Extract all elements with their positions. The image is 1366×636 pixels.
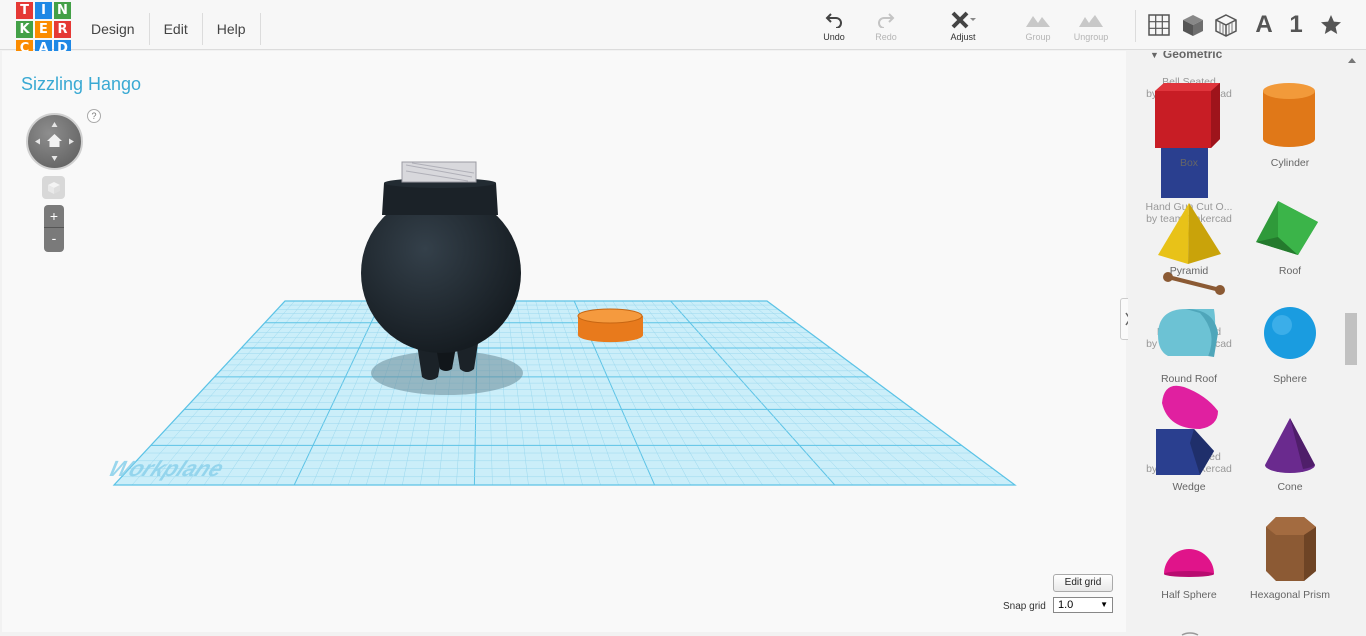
- round-roof-thumb: [1158, 309, 1218, 357]
- menu-edit[interactable]: Edit: [150, 13, 203, 45]
- wire-box-icon[interactable]: [1213, 12, 1239, 38]
- group-button[interactable]: Group: [1013, 10, 1063, 42]
- 3d-viewport[interactable]: Workplane ? + -: [2, 51, 1126, 632]
- top-toolbar: TINKERCAD Design Edit Help Undo Redo Adj…: [0, 0, 1366, 57]
- cylinder-thumb: [1263, 83, 1315, 147]
- home-icon: [47, 134, 62, 147]
- tinkercad-logo[interactable]: TINKERCAD: [16, 2, 72, 58]
- snap-grid-value: 1.0: [1058, 599, 1074, 611]
- help-icon[interactable]: ?: [87, 109, 101, 123]
- shape-sphere[interactable]: Sphere: [1245, 373, 1335, 385]
- hexagonal-prism-thumb: [1266, 517, 1316, 581]
- shape-thumbnails: [1155, 83, 1318, 636]
- main-menu: Design Edit Help: [77, 13, 261, 45]
- adjust-label: Adjust: [950, 32, 976, 42]
- wedge-thumb: [1156, 429, 1214, 475]
- logo-letter: R: [54, 21, 71, 38]
- star-icon[interactable]: [1318, 12, 1344, 38]
- snap-grid-label: Snap grid: [1003, 601, 1046, 612]
- solid-box-icon[interactable]: [1180, 12, 1206, 38]
- grid-view-icon[interactable]: [1146, 12, 1172, 38]
- shape-hexagonal-prism[interactable]: Hexagonal Prism: [1245, 589, 1335, 601]
- shape-pyramid[interactable]: Pyramid: [1144, 265, 1234, 277]
- orbit-control[interactable]: [26, 113, 83, 170]
- ungroup-icon: [1066, 10, 1116, 30]
- edit-grid-button[interactable]: Edit grid: [1053, 574, 1113, 592]
- shape-cone[interactable]: Cone: [1245, 481, 1335, 493]
- shapes-panel: ▼Geometric Bell Seatedby team Tinkercad …: [1128, 51, 1366, 636]
- logo-letter: N: [54, 2, 71, 19]
- workplane-scene: Workplane: [105, 161, 1017, 486]
- shape-half-sphere[interactable]: Half Sphere: [1144, 589, 1234, 601]
- shape-cylinder[interactable]: Cylinder: [1245, 157, 1335, 169]
- redo-label: Redo: [875, 32, 897, 42]
- zoom-control: + -: [44, 205, 64, 252]
- toolbar-divider: [1135, 10, 1136, 42]
- text-shapes-icon[interactable]: A: [1251, 11, 1277, 38]
- half-sphere-thumb: [1164, 549, 1214, 574]
- undo-icon: [809, 10, 859, 30]
- undo-label: Undo: [823, 32, 845, 42]
- menu-help[interactable]: Help: [203, 13, 261, 45]
- box-thumb: [1155, 83, 1220, 198]
- ungroup-label: Ungroup: [1073, 32, 1109, 42]
- logo-letter: T: [16, 2, 33, 19]
- cauldron-body[interactable]: [361, 193, 521, 353]
- fit-view-button[interactable]: [42, 176, 65, 199]
- zoom-in-button[interactable]: +: [44, 205, 64, 228]
- redo-icon: [861, 10, 911, 30]
- panel-scrollbar[interactable]: [1344, 51, 1360, 636]
- group-label: Group: [1025, 32, 1051, 42]
- menu-design[interactable]: Design: [77, 13, 150, 45]
- cone-thumb: [1265, 418, 1315, 473]
- logo-letter: E: [35, 21, 52, 38]
- cube-icon: [47, 181, 60, 194]
- snap-grid-select[interactable]: 1.0 ▼: [1053, 597, 1113, 613]
- workplane-label: Workplane: [105, 456, 229, 481]
- ungroup-button[interactable]: Ungroup: [1066, 10, 1116, 42]
- zoom-out-button[interactable]: -: [44, 228, 64, 251]
- adjust-button[interactable]: Adjust: [938, 10, 988, 42]
- design-title[interactable]: Sizzling Hango: [21, 74, 141, 95]
- group-icon: [1013, 10, 1063, 30]
- redo-button[interactable]: Redo: [861, 10, 911, 42]
- sphere-thumb: [1264, 307, 1316, 359]
- dropdown-arrow-icon: ▼: [1100, 600, 1108, 609]
- logo-letter: I: [35, 2, 52, 19]
- roof-thumb: [1256, 201, 1318, 255]
- scrollbar-thumb: [1345, 313, 1357, 365]
- number-shapes-icon[interactable]: 1: [1283, 11, 1309, 38]
- shape-round-roof[interactable]: Round Roof: [1144, 373, 1234, 385]
- logo-letter: K: [16, 21, 33, 38]
- shape-roof[interactable]: Roof: [1245, 265, 1335, 277]
- pyramid-thumb: [1158, 203, 1221, 264]
- undo-button[interactable]: Undo: [809, 10, 859, 42]
- shape-wedge[interactable]: Wedge: [1144, 481, 1234, 493]
- adjust-icon: [938, 10, 988, 30]
- shape-box[interactable]: Box: [1144, 157, 1234, 169]
